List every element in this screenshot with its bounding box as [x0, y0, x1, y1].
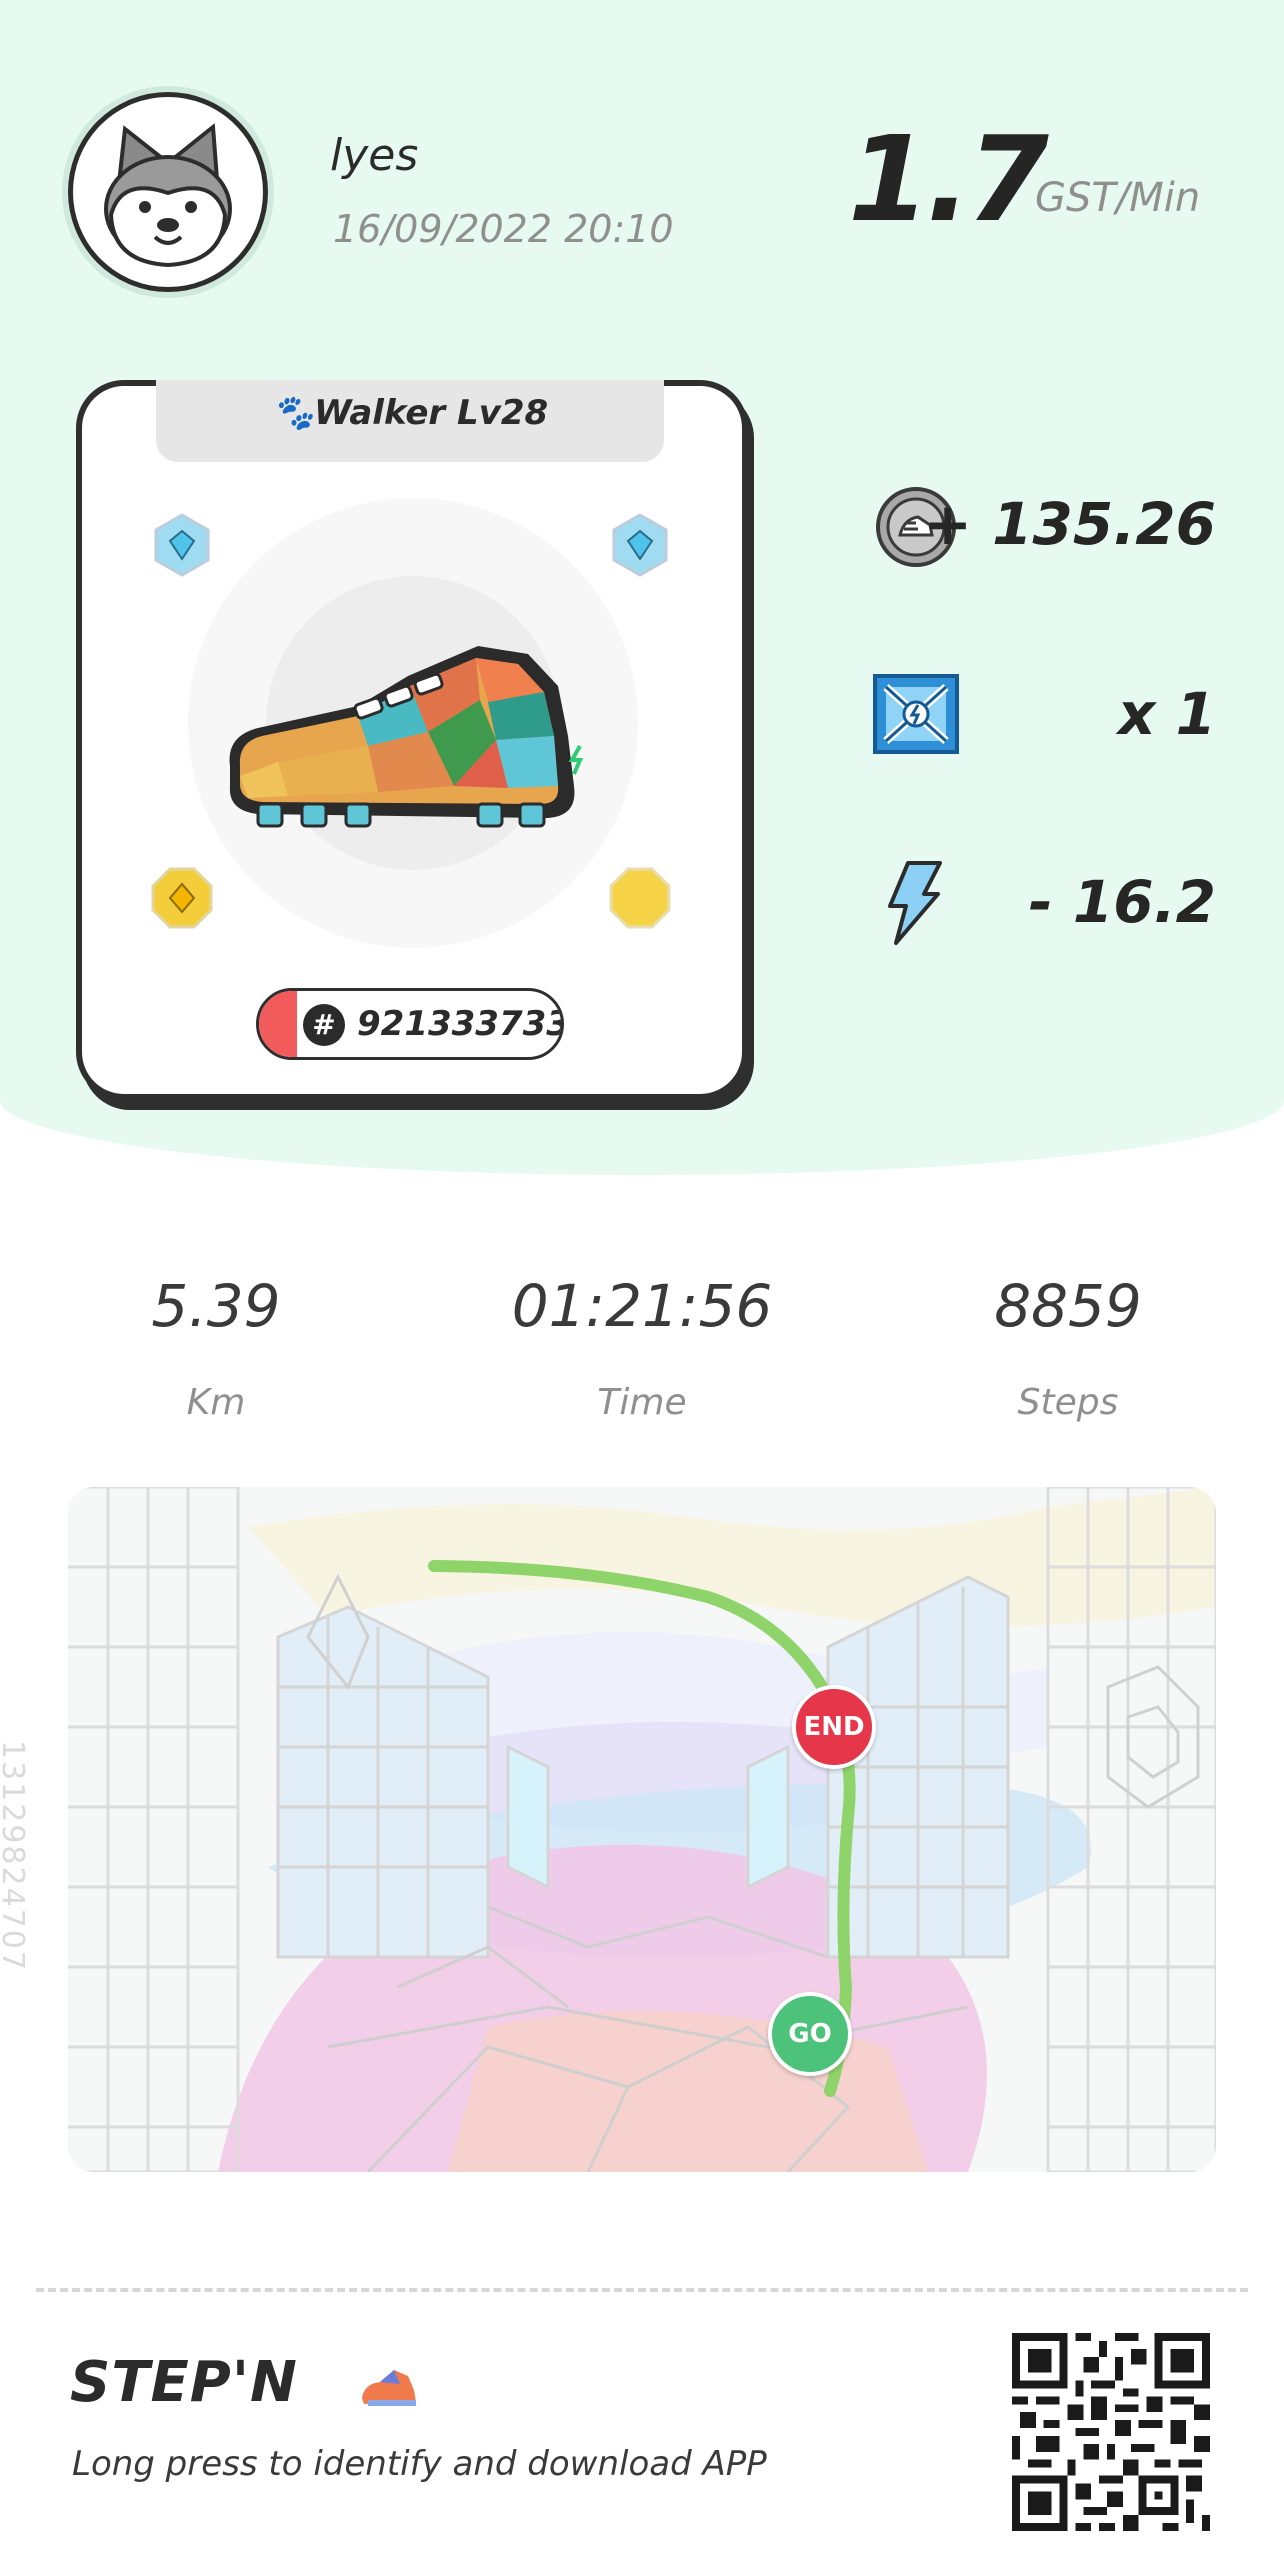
stepn-logo: STEP'N [70, 2346, 430, 2420]
hash-icon: # [303, 1004, 345, 1046]
route-start-marker[interactable]: GO [768, 1992, 852, 2076]
sneaker-icon [229, 646, 584, 828]
stat-time-value: 01:21:56 [511, 1272, 773, 1340]
energy-consumed: - 16.2 [1028, 868, 1216, 936]
sneaker-type-level: 🐾Walker Lv28 [156, 393, 664, 433]
diamond-gem-socket-icon[interactable] [150, 513, 214, 577]
diamond-gem-socket-icon[interactable] [608, 513, 672, 577]
route-map[interactable]: END GO [68, 1487, 1216, 2172]
avatar[interactable] [68, 92, 268, 292]
gst-earned: + 135.26 [923, 490, 1216, 558]
stat-distance-value: 5.39 [151, 1272, 281, 1340]
earning-rate-unit: GST/Min [1035, 175, 1201, 221]
city-map-illustration [68, 1487, 1216, 2172]
dog-avatar-icon [104, 123, 232, 268]
svg-text:STEP'N: STEP'N [70, 2350, 298, 2415]
footer-tagline: Long press to identify and download APP [72, 2444, 767, 2484]
empty-gem-socket-icon[interactable] [608, 866, 672, 930]
mystery-box-count: x 1 [1118, 680, 1216, 748]
stat-distance-label: Km [186, 1382, 246, 1423]
serial-number: 13129824707 [0, 1740, 30, 1972]
qr-code[interactable] [1012, 2333, 1210, 2531]
footprint-icon: 🐾 [271, 393, 315, 433]
run-datetime: 16/09/2022 20:10 [333, 207, 674, 251]
sneaker-id-badge[interactable]: # 921333733 [256, 988, 564, 1060]
stat-steps-value: 8859 [994, 1272, 1142, 1340]
stat-time-label: Time [597, 1382, 687, 1423]
username: lyes [330, 130, 419, 181]
sneaker-id-accent [259, 991, 297, 1057]
footer-divider [36, 2288, 1248, 2292]
stepn-logo-icon: STEP'N [70, 2350, 416, 2415]
sneaker-id: 921333733 [357, 1004, 564, 1044]
stat-steps-label: Steps [1017, 1382, 1119, 1423]
route-end-marker[interactable]: END [792, 1685, 876, 1769]
sneaker-type-level-text: Walker Lv28 [314, 393, 549, 433]
yellow-gem-socket-icon[interactable] [150, 866, 214, 930]
earning-rate-value: 1.7 [848, 110, 1049, 248]
